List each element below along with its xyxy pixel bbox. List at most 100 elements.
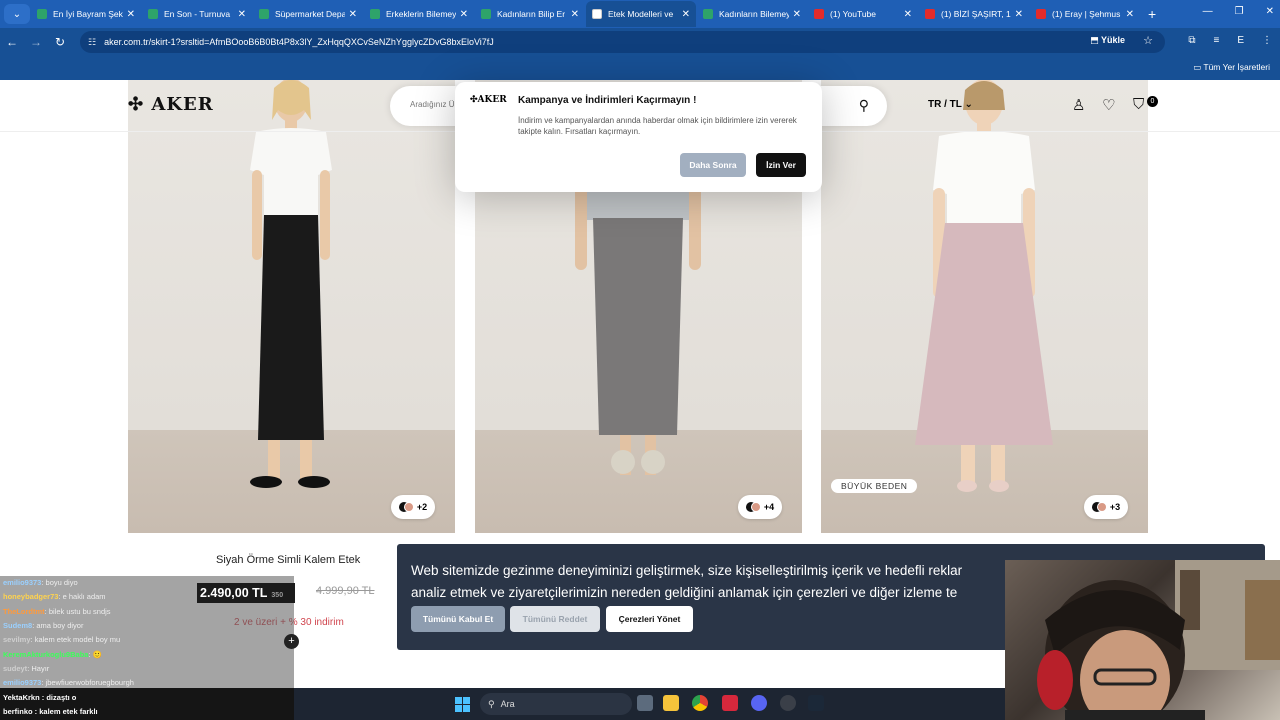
chat-username: sevilmy [3, 635, 31, 645]
account-icon[interactable]: ♙ [1072, 96, 1085, 114]
browser-toolbar: ← → ↻ ☷ aker.com.tr/skirt-1?srsltid=AfmB… [0, 28, 1280, 56]
close-window-icon[interactable]: ✕ [1266, 6, 1274, 17]
browser-tab-label: Kadınların Bilemey [719, 9, 789, 19]
chat-text: : jbewfiuerwobforuegbourgh [41, 678, 134, 688]
cart-count-badge: 0 [1147, 96, 1158, 107]
taskbar-search-label: Ara [500, 699, 515, 709]
logo-text: AKER [151, 94, 214, 115]
reload-icon[interactable]: ↻ [48, 35, 72, 49]
popup-logo-text: AKER [477, 95, 507, 105]
product-model-image [250, 80, 332, 488]
product-name[interactable]: Siyah Örme Simli Kalem Etek [216, 554, 360, 566]
profile-avatar[interactable]: E [1237, 35, 1244, 46]
search-icon[interactable]: ⚲ [859, 97, 869, 114]
stream-chat-bottom: YektaKrkn : dizaştı o berfinko : kalem e… [0, 688, 294, 720]
chat-text: : 🙂 [88, 649, 102, 659]
color-swatch-dots [398, 502, 414, 512]
wishlist-heart-icon[interactable]: ♡ [1102, 96, 1115, 114]
task-view-icon[interactable] [637, 695, 653, 711]
chat-username: TheLordtmt [3, 606, 45, 616]
browser-tab[interactable]: Kadınların Bilemey ✕ [697, 1, 807, 27]
language-currency-selector[interactable]: TR / TL ⌄ [928, 99, 973, 110]
file-explorer-icon[interactable] [663, 695, 679, 711]
restore-icon[interactable]: ❐ [1235, 6, 1244, 17]
product-card-3[interactable]: BÜYÜK BEDEN +3 [821, 80, 1148, 533]
browser-tab-label: (1) YouTube [830, 9, 876, 19]
all-bookmarks-label: Tüm Yer İşaretleri [1203, 62, 1270, 72]
add-button[interactable]: + [284, 634, 299, 649]
app-icon[interactable] [722, 695, 738, 711]
close-tab-icon[interactable]: ✕ [349, 9, 357, 20]
manage-cookies-button[interactable]: Çerezleri Yönet [606, 606, 693, 632]
later-button[interactable]: Daha Sonra [680, 153, 746, 177]
browser-tab-label: (1) BİZİ ŞAŞIRT, 10 [941, 9, 1011, 19]
popup-title: Kampanya ve İndirimleri Kaçırmayın ! [518, 95, 697, 106]
browser-tab[interactable]: Etek Modelleri ve ✕ [586, 1, 696, 27]
chat-text: : bilek ustu bu sndjs [44, 606, 111, 616]
browser-tab-label: En Son - Turnuva [164, 9, 231, 19]
windows-start-icon[interactable] [455, 697, 470, 712]
all-bookmarks-button[interactable]: ▭ Tüm Yer İşaretleri [1193, 62, 1270, 73]
close-tab-icon[interactable]: ✕ [793, 9, 801, 20]
product-card-1[interactable]: +2 [128, 80, 455, 533]
color-swatch-pill[interactable]: +2 [391, 495, 435, 519]
chat-message: emilio9373: jbewfiuerwobforuegbourgh [3, 678, 134, 687]
youtube-favicon-icon [925, 9, 935, 19]
browser-tab[interactable]: (1) BİZİ ŞAŞIRT, 10 ✕ [919, 1, 1029, 27]
browser-tab[interactable]: En İyi Bayram Şeke ✕ [31, 1, 141, 27]
close-tab-icon[interactable]: ✕ [682, 9, 690, 20]
chat-username: honeybadger73 [3, 592, 59, 602]
forward-icon[interactable]: → [24, 35, 48, 49]
close-tab-icon[interactable]: ✕ [1015, 9, 1023, 20]
product-old-price: 4.999,90 TL [316, 585, 375, 597]
browser-tab[interactable]: Kadınların Bilip Er ✕ [475, 1, 585, 27]
browser-tab[interactable]: Süpermarket Depa ✕ [253, 1, 363, 27]
close-tab-icon[interactable]: ✕ [1126, 9, 1134, 20]
close-tab-icon[interactable]: ✕ [460, 9, 468, 20]
color-swatch-dots [1091, 502, 1107, 512]
browser-tab[interactable]: En Son - Turnuva ✕ [142, 1, 252, 27]
site-info-icon[interactable]: ☷ [88, 37, 96, 48]
tab-search-menu-icon[interactable]: ⌄ [4, 4, 30, 24]
minimize-icon[interactable]: — [1203, 6, 1213, 17]
close-tab-icon[interactable]: ✕ [571, 9, 579, 20]
windows-taskbar: ⚲ Ara [294, 688, 1005, 720]
new-tab-button[interactable]: + [1148, 6, 1156, 22]
extensions-icon[interactable]: ⧉ [1188, 35, 1195, 46]
color-swatch-pill[interactable]: +3 [1084, 495, 1128, 519]
install-label: Yükle [1100, 35, 1125, 45]
allow-button[interactable]: İzin Ver [756, 153, 806, 177]
media-control-icon[interactable]: ≡ [1213, 35, 1219, 46]
product-price-small: 350 [271, 592, 284, 599]
language-currency-label: TR / TL [928, 99, 962, 110]
chrome-icon[interactable] [692, 695, 708, 711]
browser-tab[interactable]: (1) Eray | Şehmus ✕ [1030, 1, 1140, 27]
taskbar-search[interactable]: ⚲ Ara [480, 693, 632, 715]
color-swatch-pill[interactable]: +4 [738, 495, 782, 519]
close-tab-icon[interactable]: ✕ [904, 9, 912, 20]
product-price-value: 2.490,00 TL [200, 586, 268, 600]
browser-tab[interactable]: Erkeklerin Bilemey ✕ [364, 1, 474, 27]
address-bar[interactable]: ☷ aker.com.tr/skirt-1?srsltid=AfmBOooB6B… [80, 31, 1165, 53]
close-tab-icon[interactable]: ✕ [238, 9, 246, 20]
reject-all-cookies-button[interactable]: Tümünü Reddet [510, 606, 600, 632]
chat-message: sudeyt: Hayır [3, 664, 49, 673]
chat-text: : e haklı adam [58, 592, 106, 602]
cart-bag-icon[interactable]: ⛉ [1133, 96, 1144, 113]
chat-text: : ama boy diyor [32, 620, 84, 630]
steam-icon[interactable] [808, 695, 824, 711]
close-tab-icon[interactable]: ✕ [127, 9, 135, 20]
discord-icon[interactable] [751, 695, 767, 711]
browser-tab-label: Erkeklerin Bilemey [386, 9, 456, 19]
app-icon[interactable] [780, 695, 796, 711]
install-app-button[interactable]: ⬒ Yükle [1090, 35, 1125, 46]
bookmark-star-icon[interactable]: ☆ [1143, 34, 1153, 47]
browser-menu-icon[interactable]: ⋮ [1262, 35, 1272, 46]
browser-tab-bar: ⌄ En İyi Bayram Şeke ✕ En Son - Turnuva ✕ Sü… [0, 0, 1280, 28]
chat-username: Sudem8 [3, 620, 33, 630]
back-icon[interactable]: ← [0, 35, 24, 49]
browser-tab[interactable]: (1) YouTube ✕ [808, 1, 918, 27]
accept-all-cookies-button[interactable]: Tümünü Kabul Et [411, 606, 505, 632]
site-logo[interactable]: ✣ AKER [128, 94, 214, 115]
chat-message: KeremAkturkoglu9Baba: 🙂 [3, 650, 102, 659]
